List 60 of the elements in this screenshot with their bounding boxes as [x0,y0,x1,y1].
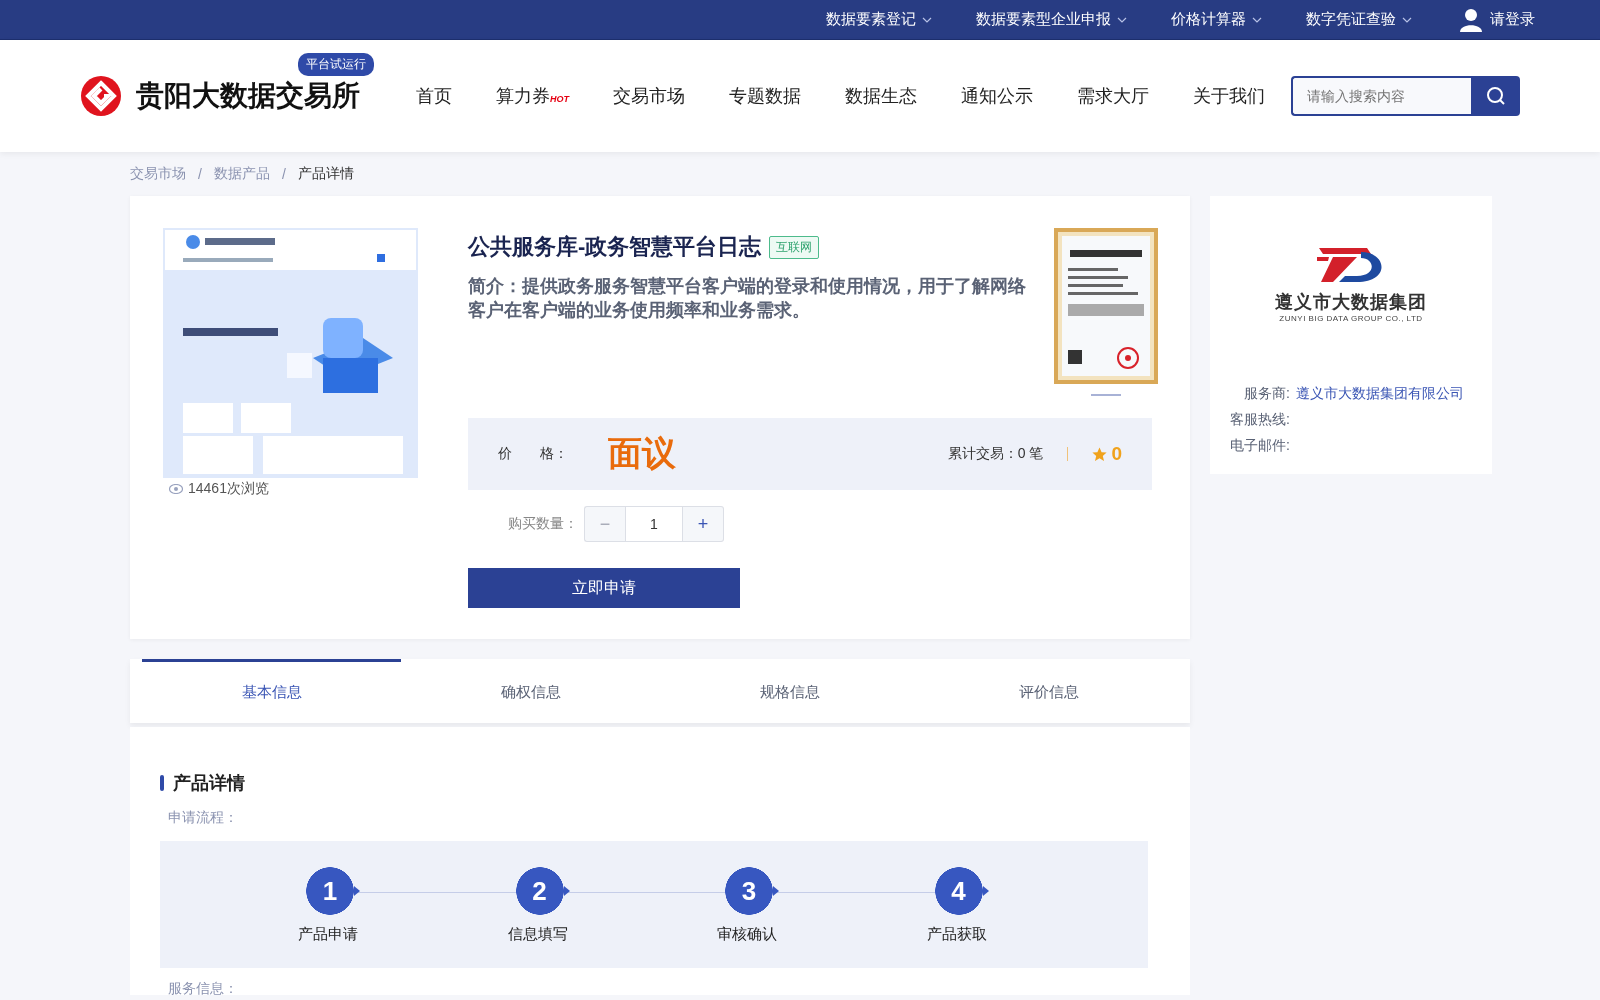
eye-icon [169,484,183,494]
top-nav-link[interactable]: 价格计算器 [1171,10,1246,29]
field-label: 服务商: [1244,385,1290,403]
step-number: 4 [934,867,989,915]
nav-link[interactable]: 通知公示 [961,84,1033,108]
vendor-link[interactable]: 遵义市大数据集团有限公司 [1295,385,1464,403]
apply-button[interactable]: 立即申请 [468,568,740,608]
step-number: 1 [306,867,360,915]
increment-button[interactable]: + [683,506,724,542]
star-icon [1092,446,1108,462]
brand-logo-icon[interactable] [80,75,122,117]
tab[interactable]: 基本信息 [142,659,401,723]
nav-link[interactable]: 关于我们 [1193,84,1265,108]
brand-name[interactable]: 贵阳大数据交易所 [136,77,360,115]
quantity-label: 购买数量： [508,515,578,533]
category-tag: 互联网 [769,235,820,259]
tab[interactable]: 规格信息 [660,659,919,723]
section-label: 服务信息： [168,980,239,998]
field-label: 电子邮件: [1230,437,1290,455]
step-label: 信息填写 [507,925,568,944]
nav-link[interactable]: 算力券 [496,84,550,108]
view-count: 14461次浏览 [188,480,269,498]
search-button[interactable] [1471,76,1520,116]
breadcrumb-current: 产品详情 [297,165,354,183]
step-number: 3 [725,867,779,915]
process-label: 申请流程： [168,809,239,827]
section-title: 产品详情 [173,772,245,795]
trade-count: 累计交易：0 笔 [947,445,1044,463]
status-badge: 平台试运行 [298,53,374,76]
nav-link[interactable]: 首页 [416,84,452,108]
nav-link[interactable]: 数据生态 [845,84,917,108]
nav-link[interactable]: 专题数据 [729,84,801,108]
product-description: 简介：提供政务服务智慧平台客户端的登录和使用情况，用于了解网络客户在客户端的业务使用频率和业务需求。 [468,275,1027,322]
breadcrumb-separator: / [198,166,202,182]
step-label: 产品获取 [926,925,987,944]
product-title: 公共服务库-政务智慧平台日志 [468,233,762,261]
price-value: 面议 [608,433,676,474]
top-nav-link[interactable]: 数字凭证查验 [1306,10,1396,29]
nav-link[interactable]: 交易市场 [613,84,685,108]
search-icon [1485,86,1506,106]
breadcrumb-separator: / [281,166,286,182]
user-icon[interactable] [1460,7,1482,32]
step-label: 产品申请 [298,925,358,944]
company-logo-name: 遵义市大数据集团 [1275,291,1427,314]
step-label: 审核确认 [717,925,777,944]
top-nav-link[interactable]: 数据要素型企业申报 [976,10,1111,29]
search-field[interactable]: 请输入搜索内容 [1291,76,1471,116]
section-marker [160,775,164,791]
nav-link[interactable]: 需求大厅 [1077,84,1149,108]
company-logo-subtitle: ZUNYI BIG DATA GROUP CO., LTD [1279,314,1423,323]
rating-value: 0 [1111,443,1122,465]
field-label: 客服热线: [1230,411,1290,429]
top-nav-link[interactable]: 数据要素登记 [826,10,916,29]
tab[interactable]: 确权信息 [401,659,660,723]
tab[interactable]: 评价信息 [919,659,1178,723]
login-link[interactable]: 请登录 [1490,10,1535,29]
hot-label: HOT [550,94,569,104]
step-number: 2 [515,867,570,915]
price-label: 价 格： [498,445,568,463]
quantity-field[interactable]: 1 [625,506,683,542]
